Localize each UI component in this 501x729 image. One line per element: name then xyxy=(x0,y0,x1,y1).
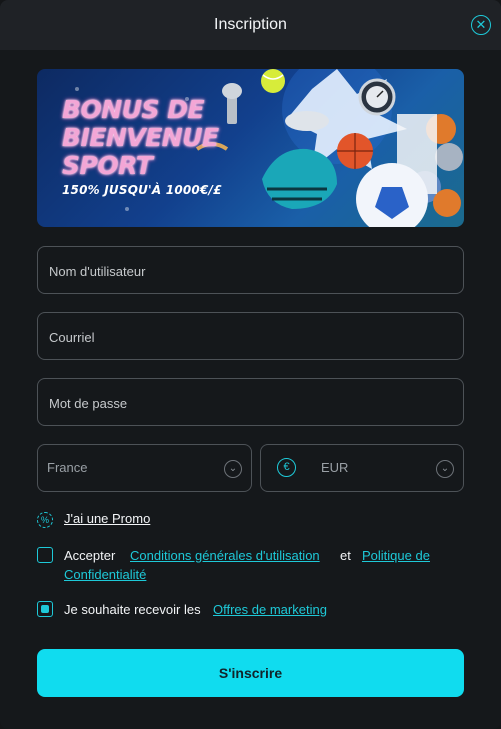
banner-title: BONUS DE BIENVENUE SPORT xyxy=(62,96,219,180)
password-field[interactable] xyxy=(37,378,464,427)
banner-title-line: BONUS DE xyxy=(62,95,205,124)
banner-subtitle: 150% JUSQU'À 1000€/£ xyxy=(62,183,222,197)
chevron-down-icon: ⌄ xyxy=(224,460,242,478)
terms-link[interactable]: Conditions générales d'utilisation xyxy=(130,548,320,563)
username-input[interactable] xyxy=(47,247,451,295)
banner-title-line: SPORT xyxy=(62,151,153,180)
terms-prefix: Accepter xyxy=(64,548,116,563)
country-select[interactable]: France ⌄ xyxy=(37,444,252,492)
email-field[interactable] xyxy=(37,312,464,361)
currency-select[interactable]: € EUR ⌄ xyxy=(260,444,464,492)
chevron-down-icon: ⌄ xyxy=(436,460,454,478)
privacy-link-continued[interactable]: Confidentialité xyxy=(64,567,146,582)
terms-and: et xyxy=(340,548,351,563)
username-field[interactable] xyxy=(37,246,464,295)
register-button[interactable]: S'inscrire xyxy=(37,649,464,697)
modal-header: Inscription ✕ xyxy=(0,0,501,50)
email-input[interactable] xyxy=(47,313,451,361)
promo-link[interactable]: J'ai une Promo xyxy=(64,511,150,526)
registration-modal: Inscription ✕ BONUS DE BIENVENUE SPORT 1… xyxy=(0,0,501,729)
euro-icon: € xyxy=(277,458,296,477)
password-input[interactable] xyxy=(47,379,451,427)
terms-checkbox[interactable] xyxy=(37,547,53,563)
currency-value: EUR xyxy=(321,460,349,475)
privacy-link[interactable]: Politique de xyxy=(362,548,430,563)
banner-title-line: BIENVENUE xyxy=(62,123,219,152)
marketing-checkbox[interactable] xyxy=(37,601,53,617)
modal-title: Inscription xyxy=(214,16,287,33)
welcome-bonus-banner: BONUS DE BIENVENUE SPORT 150% JUSQU'À 10… xyxy=(37,69,464,227)
close-icon[interactable]: ✕ xyxy=(471,15,491,35)
promo-percent-icon: % xyxy=(37,512,53,528)
marketing-prefix: Je souhaite recevoir les xyxy=(64,602,201,617)
marketing-link[interactable]: Offres de marketing xyxy=(213,602,327,617)
country-value: France xyxy=(47,460,88,475)
